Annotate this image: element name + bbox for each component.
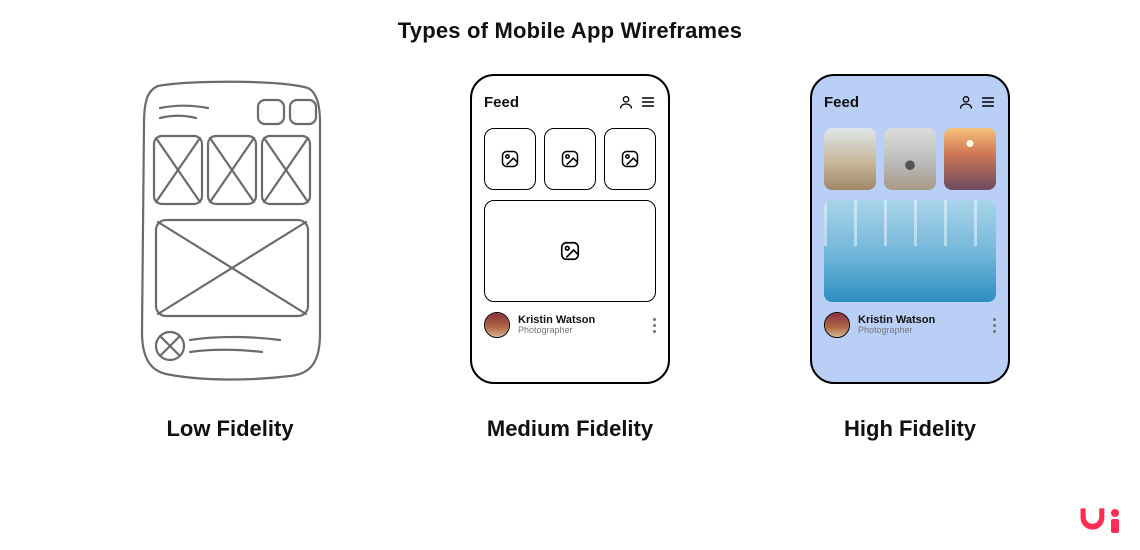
hero-photo[interactable] xyxy=(824,200,996,302)
avatar[interactable] xyxy=(484,312,510,338)
thumbnail-placeholder[interactable] xyxy=(544,128,596,190)
menu-icon[interactable] xyxy=(980,94,996,110)
author-text: Kristin Watson Photographer xyxy=(518,314,595,336)
medium-fidelity-column: Feed xyxy=(420,74,720,442)
app-header: Feed xyxy=(484,90,656,114)
author-text: Kristin Watson Photographer xyxy=(858,314,935,336)
image-icon xyxy=(560,149,580,169)
author-row: Kristin Watson Photographer xyxy=(484,312,656,338)
user-icon[interactable] xyxy=(958,94,974,110)
low-fidelity-mockup xyxy=(130,74,330,384)
brand-logo xyxy=(1078,505,1122,540)
image-icon xyxy=(620,149,640,169)
user-icon[interactable] xyxy=(618,94,634,110)
author-role: Photographer xyxy=(518,326,595,336)
feed-title: Feed xyxy=(484,94,519,111)
diagram-page: Types of Mobile App Wireframes xyxy=(0,0,1140,550)
page-title: Types of Mobile App Wireframes xyxy=(0,0,1140,44)
header-icons xyxy=(958,94,996,110)
high-fidelity-caption: High Fidelity xyxy=(844,416,976,442)
feed-title: Feed xyxy=(824,94,859,111)
high-fidelity-column: Feed Kristin Watson Photogra xyxy=(760,74,1060,442)
thumbnail-photo[interactable] xyxy=(824,128,876,190)
thumbnail-photo[interactable] xyxy=(944,128,996,190)
image-icon xyxy=(559,240,581,262)
medium-fidelity-mockup: Feed xyxy=(470,74,670,384)
more-icon[interactable] xyxy=(653,318,656,333)
app-header: Feed xyxy=(824,90,996,114)
medium-fidelity-caption: Medium Fidelity xyxy=(487,416,653,442)
thumbnail-placeholder[interactable] xyxy=(484,128,536,190)
thumbnail-row xyxy=(824,128,996,190)
thumbnail-photo[interactable] xyxy=(884,128,936,190)
high-fidelity-mockup: Feed Kristin Watson Photogra xyxy=(810,74,1010,384)
menu-icon[interactable] xyxy=(640,94,656,110)
low-fidelity-caption: Low Fidelity xyxy=(166,416,293,442)
avatar[interactable] xyxy=(824,312,850,338)
author-row: Kristin Watson Photographer xyxy=(824,312,996,338)
thumbnail-placeholder[interactable] xyxy=(604,128,656,190)
thumbnail-row xyxy=(484,128,656,190)
author-role: Photographer xyxy=(858,326,935,336)
hero-placeholder[interactable] xyxy=(484,200,656,302)
low-fidelity-column: Low Fidelity xyxy=(80,74,380,442)
examples-row: Low Fidelity Feed xyxy=(0,44,1140,442)
header-icons xyxy=(618,94,656,110)
image-icon xyxy=(500,149,520,169)
more-icon[interactable] xyxy=(993,318,996,333)
